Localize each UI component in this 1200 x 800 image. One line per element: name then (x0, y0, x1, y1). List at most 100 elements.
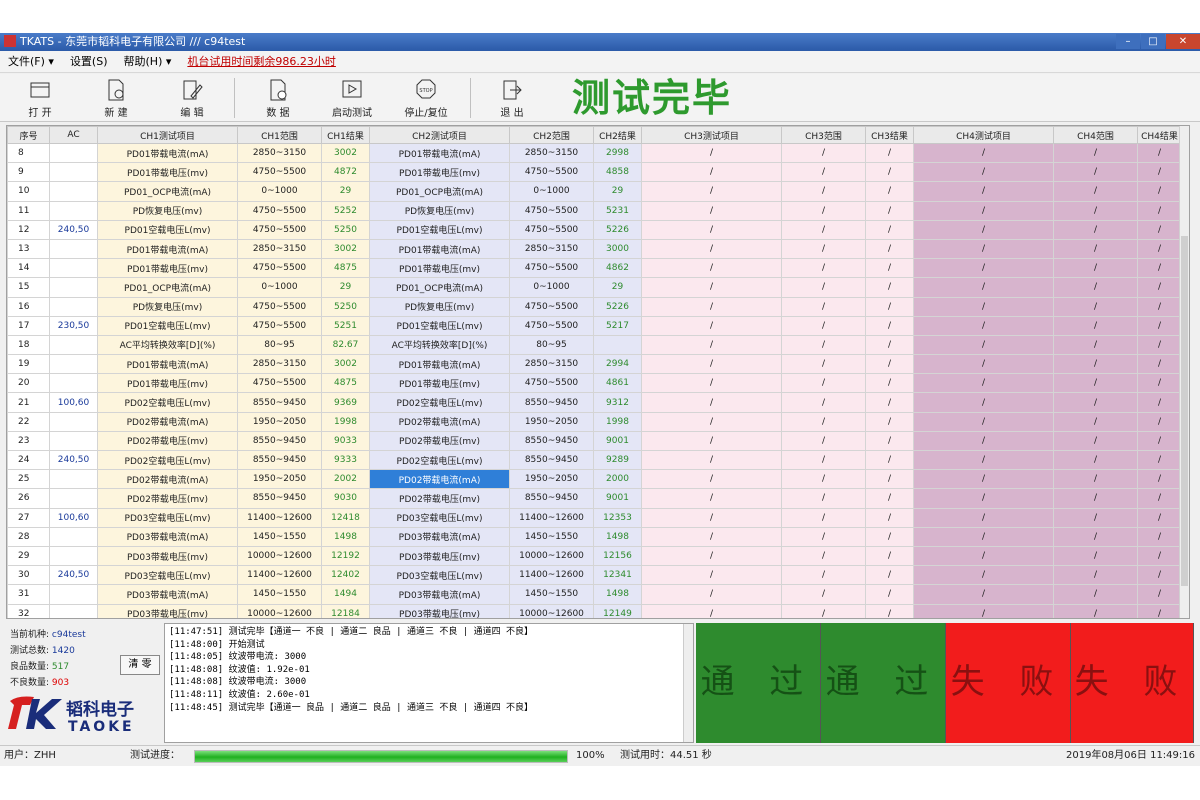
table-cell[interactable]: / (641, 430, 782, 452)
table-cell[interactable]: / (641, 162, 782, 183)
table-cell[interactable]: / (781, 392, 866, 413)
table-cell[interactable]: / (913, 392, 1054, 413)
table-cell[interactable]: 1998 (321, 411, 370, 432)
table-cell[interactable]: / (781, 219, 866, 240)
menu-file[interactable]: 文件(F) ▾ (0, 51, 62, 72)
table-cell[interactable]: PD02带载电流(mA) (97, 469, 238, 490)
table-cell[interactable]: PD01空载电压L(mv) (97, 219, 238, 240)
table-cell[interactable]: / (865, 258, 914, 279)
table-cell[interactable]: / (865, 469, 914, 490)
table-cell[interactable]: / (1137, 200, 1182, 221)
table-cell[interactable]: 80~95 (509, 334, 594, 356)
table-cell[interactable]: PD01_OCP电流(mA) (97, 181, 238, 202)
table-cell[interactable]: / (913, 584, 1054, 605)
table-cell[interactable]: / (1137, 142, 1182, 164)
table-cell[interactable]: 19 (7, 354, 50, 375)
table-cell[interactable]: PD01带载电流(mA) (97, 238, 238, 260)
table-cell[interactable]: 5250 (321, 219, 370, 240)
table-cell[interactable]: 8550~9450 (237, 392, 322, 413)
table-cell[interactable]: / (1053, 430, 1138, 452)
table-cell[interactable]: / (781, 200, 866, 221)
table-cell[interactable]: / (781, 277, 866, 298)
table-cell[interactable]: 1498 (593, 584, 642, 605)
table-cell[interactable]: 4861 (593, 373, 642, 394)
table-cell[interactable]: 4750~5500 (237, 219, 322, 240)
table-cell[interactable]: PD02空载电压L(mv) (97, 449, 238, 471)
table-cell[interactable]: 25 (7, 469, 50, 490)
table-cell[interactable]: PD01带载电压(mv) (97, 258, 238, 279)
table-cell[interactable]: / (1137, 334, 1182, 356)
table-cell[interactable] (49, 238, 98, 260)
table-cell[interactable]: / (1053, 488, 1138, 509)
table-cell[interactable]: 11 (7, 200, 50, 221)
table-cell[interactable]: 28 (7, 526, 50, 547)
table-cell[interactable]: PD01空载电压L(mv) (369, 219, 510, 240)
table-cell[interactable]: / (781, 526, 866, 547)
table-cell[interactable]: 21 (7, 392, 50, 413)
table-cell[interactable]: 3002 (321, 142, 370, 164)
table-cell[interactable]: 240,50 (49, 449, 98, 471)
table-cell[interactable]: / (865, 200, 914, 221)
table-cell[interactable]: 12402 (321, 565, 370, 586)
table-row[interactable]: 31 PD03带载电流(mA) 1450~1550 1494 PD03带载电流(mA) 1… (7, 584, 1182, 605)
table-cell[interactable]: 12 (7, 219, 50, 240)
table-cell[interactable] (49, 584, 98, 605)
table-cell[interactable]: 1450~1550 (509, 584, 594, 605)
table-cell[interactable]: / (1053, 277, 1138, 298)
table-row[interactable]: 10 PD01_OCP电流(mA) 0~1000 29 PD01_OCP电流(mA) 0~… (7, 181, 1182, 202)
stop-reset-button[interactable]: STOP 停止/复位 (394, 76, 458, 120)
table-cell[interactable] (49, 526, 98, 547)
table-row[interactable]: 12 240,50 PD01空载电压L(mv) 4750~5500 5250 PD01空载… (7, 219, 1182, 240)
table-cell[interactable]: / (913, 219, 1054, 240)
table-cell[interactable]: / (641, 603, 782, 618)
table-cell[interactable]: / (1137, 565, 1182, 586)
table-cell[interactable]: PD02带载电压(mv) (369, 430, 510, 452)
table-cell[interactable]: 13 (7, 238, 50, 260)
exit-button[interactable]: 退 出 (480, 76, 544, 120)
table-cell[interactable] (49, 162, 98, 183)
table-cell[interactable] (49, 488, 98, 509)
table-cell[interactable]: 5250 (321, 296, 370, 317)
table-cell[interactable]: 30 (7, 565, 50, 586)
table-row[interactable]: 14 PD01带载电压(mv) 4750~5500 4875 PD01带载电压(mv) 4… (7, 258, 1182, 279)
table-cell[interactable]: 4750~5500 (509, 315, 594, 336)
table-cell[interactable]: 11400~12600 (237, 507, 322, 528)
table-cell[interactable]: 4750~5500 (237, 373, 322, 394)
table-cell[interactable]: PD恢复电压(mv) (97, 200, 238, 221)
table-cell[interactable]: PD02空载电压L(mv) (369, 449, 510, 471)
table-cell[interactable]: / (1137, 277, 1182, 298)
table-cell[interactable]: / (641, 392, 782, 413)
table-cell[interactable]: 4750~5500 (509, 296, 594, 317)
table-cell[interactable]: / (865, 162, 914, 183)
table-row[interactable]: 27 100,60 PD03空载电压L(mv) 11400~12600 12418 PD0… (7, 507, 1182, 528)
table-cell[interactable]: / (1053, 392, 1138, 413)
table-cell[interactable]: 24 (7, 449, 50, 471)
table-cell[interactable]: / (1053, 142, 1138, 164)
log-scrollbar[interactable] (683, 624, 693, 742)
table-cell[interactable]: 4750~5500 (509, 219, 594, 240)
table-cell[interactable]: / (1137, 392, 1182, 413)
table-cell[interactable]: / (865, 545, 914, 567)
table-cell[interactable]: PD03空载电压L(mv) (97, 507, 238, 528)
table-cell[interactable] (49, 258, 98, 279)
table-cell[interactable]: / (1137, 181, 1182, 202)
table-cell[interactable]: / (781, 488, 866, 509)
table-cell[interactable]: / (641, 315, 782, 336)
table-cell[interactable]: / (641, 142, 782, 164)
table-cell[interactable]: 5226 (593, 296, 642, 317)
table-cell[interactable]: PD03带载电流(mA) (97, 526, 238, 547)
start-test-button[interactable]: 启动测试 (320, 76, 384, 120)
table-cell[interactable]: / (1137, 238, 1182, 260)
table-cell[interactable]: 20 (7, 373, 50, 394)
table-cell[interactable]: / (641, 584, 782, 605)
table-cell[interactable]: / (865, 430, 914, 452)
table-cell[interactable]: PD恢复电压(mv) (369, 200, 510, 221)
table-cell[interactable]: 4875 (321, 258, 370, 279)
table-cell[interactable]: 9369 (321, 392, 370, 413)
table-cell[interactable]: / (1053, 315, 1138, 336)
clear-button[interactable]: 清 零 (120, 655, 160, 675)
table-cell[interactable]: / (641, 545, 782, 567)
table-cell[interactable]: / (913, 449, 1054, 471)
table-cell[interactable] (49, 430, 98, 452)
table-cell[interactable]: 4858 (593, 162, 642, 183)
